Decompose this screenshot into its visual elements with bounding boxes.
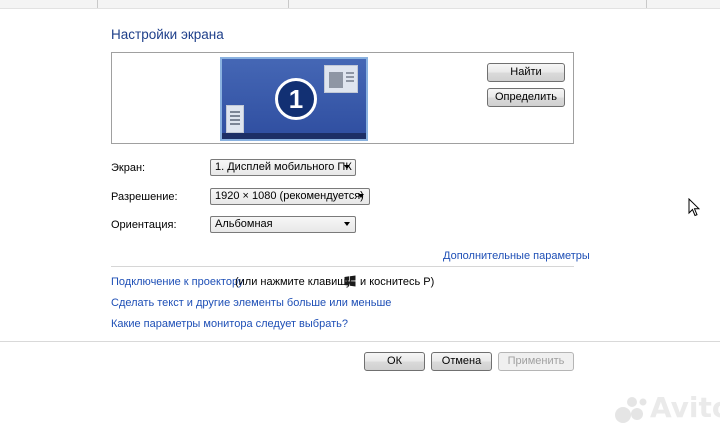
display-label: Экран: — [111, 162, 146, 174]
find-button[interactable]: Найти — [487, 63, 565, 82]
monitor-help-link[interactable]: Какие параметры монитора следует выбрать… — [111, 318, 348, 330]
advanced-settings-link[interactable]: Дополнительные параметры — [443, 250, 590, 262]
display-preview-panel: 1 Найти Определить — [111, 52, 574, 144]
identify-button[interactable]: Определить — [487, 88, 565, 107]
strip-divider — [288, 0, 289, 8]
orientation-select-value: Альбомная — [215, 218, 273, 230]
strip-divider — [97, 0, 98, 8]
watermark-text: Avito — [650, 391, 720, 424]
chevron-down-icon — [358, 194, 364, 198]
cancel-button[interactable]: Отмена — [431, 352, 492, 371]
strip-divider — [646, 0, 647, 8]
mini-window-icon — [324, 65, 358, 93]
text-size-link[interactable]: Сделать текст и другие элементы больше и… — [111, 297, 391, 309]
resolution-select-value: 1920 × 1080 (рекомендуется) — [215, 190, 364, 202]
chevron-down-icon — [344, 222, 350, 226]
monitor-thumbnail[interactable]: 1 — [220, 57, 368, 141]
projector-link[interactable]: Подключение к проектору — [111, 276, 243, 288]
avito-watermark: Avito — [614, 391, 720, 427]
apply-button[interactable]: Применить — [498, 352, 574, 371]
mouse-pointer-icon — [688, 198, 700, 217]
page-title: Настройки экрана — [111, 27, 224, 42]
resolution-label: Разрешение: — [111, 191, 178, 203]
footer-divider — [0, 341, 720, 342]
resolution-select[interactable]: 1920 × 1080 (рекомендуется) — [210, 188, 370, 205]
ok-button[interactable]: ОК — [364, 352, 425, 371]
top-border-strip — [0, 0, 720, 9]
projector-hint-start: (или нажмите клавишу — [235, 276, 352, 288]
monitor-number-badge: 1 — [275, 78, 317, 120]
windows-logo-icon — [344, 275, 356, 287]
section-divider — [111, 266, 574, 267]
display-select[interactable]: 1. Дисплей мобильного ПК — [210, 159, 356, 176]
chevron-down-icon — [344, 165, 350, 169]
mini-gadget-icon — [226, 105, 244, 133]
avito-logo-icon — [615, 397, 647, 423]
orientation-label: Ориентация: — [111, 219, 177, 231]
mini-taskbar — [222, 133, 366, 139]
display-select-value: 1. Дисплей мобильного ПК — [215, 161, 352, 173]
orientation-select[interactable]: Альбомная — [210, 216, 356, 233]
projector-hint-end: и коснитесь P) — [360, 276, 435, 288]
